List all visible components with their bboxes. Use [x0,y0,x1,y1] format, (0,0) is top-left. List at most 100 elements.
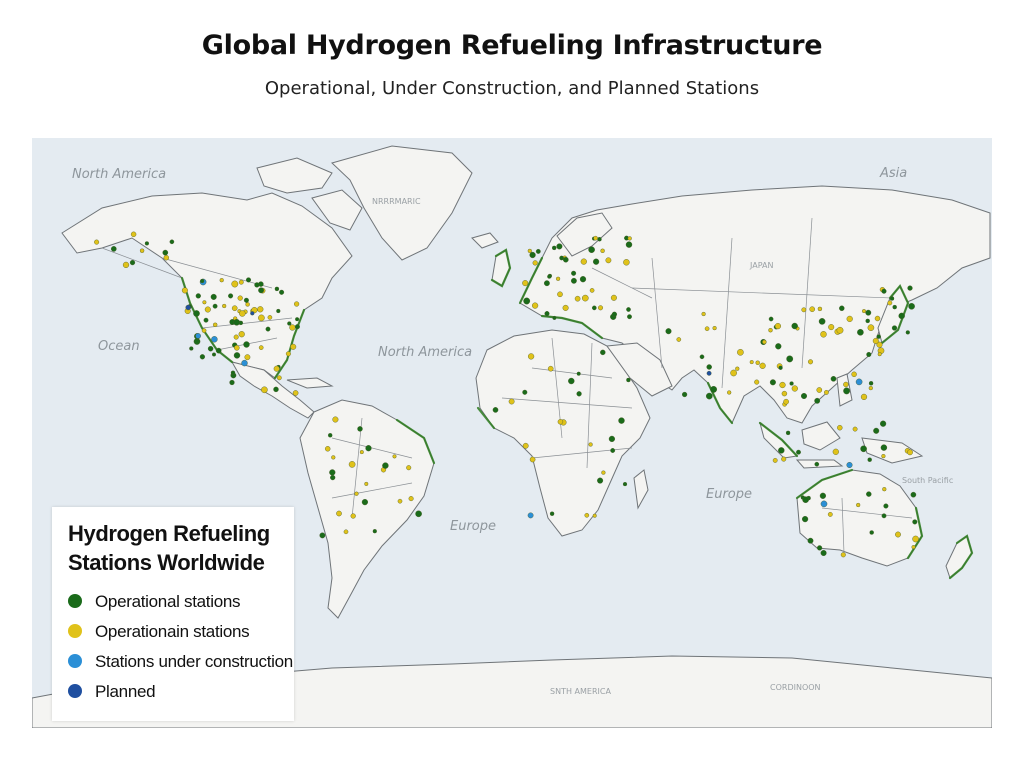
station-marker [786,355,794,363]
legend-item-under-construction: Stations under construction [68,651,294,673]
station-marker [817,306,823,312]
station-marker [544,311,550,317]
station-marker [584,512,590,518]
station-marker [840,552,846,558]
station-marker [563,256,569,263]
station-marker [704,326,710,331]
station-marker [359,450,364,455]
station-marker [329,469,336,476]
station-marker [547,274,552,279]
station-marker [836,326,844,334]
station-marker [267,315,273,320]
station-marker [891,325,898,331]
station-marker [357,426,363,432]
station-marker [681,391,688,398]
planned-dot-icon [68,684,82,698]
station-marker [265,326,271,332]
station-marker [737,348,744,356]
station-marker [597,477,604,484]
station-marker [552,245,557,251]
station-marker [382,462,389,469]
label-south-pacific: South Pacific [902,476,953,485]
station-marker [228,293,234,299]
station-marker [287,321,292,326]
station-marker [571,277,577,284]
station-marker [905,330,910,335]
station-marker [139,248,145,253]
station-marker [778,447,785,454]
station-marker [866,491,872,497]
page-title: Global Hydrogen Refueling Infrastructure [201,30,823,61]
station-marker [912,519,918,525]
station-marker [791,322,798,330]
station-marker [879,420,887,427]
station-marker [876,334,881,339]
station-marker [801,392,808,399]
station-marker [529,456,536,463]
station-marker [830,375,837,382]
station-marker [873,427,880,434]
station-marker [365,445,372,452]
station-marker [592,258,600,265]
station-marker [898,312,905,320]
label-north-america-top: North America [72,167,166,182]
station-marker [710,385,717,393]
station-marker [588,442,593,447]
station-marker [568,377,575,385]
station-marker [820,331,827,338]
station-marker [276,308,281,314]
station-marker [699,354,705,360]
station-marker [818,318,826,325]
station-marker [816,387,823,393]
station-marker [527,512,534,519]
station-marker [892,304,897,310]
station-marker [824,389,829,395]
station-marker [199,354,206,360]
station-marker [276,375,282,381]
under-construction-dot-icon [68,654,82,668]
station-marker [162,249,169,256]
label-greenland: NRRRMARIC [372,197,421,206]
station-marker [762,339,767,345]
station-marker [701,311,706,317]
station-marker [294,324,300,330]
legend-label: Stations under construction [95,652,293,671]
station-marker [627,236,632,241]
legend-item-operational: Operational stations [68,591,294,613]
station-marker [676,337,682,342]
station-marker [215,347,222,354]
station-marker [866,351,872,357]
label-south-america: SNTH AMERICA [550,687,611,696]
station-marker [706,370,712,376]
station-marker [243,297,249,303]
station-marker [319,532,326,539]
station-marker [529,251,536,259]
station-marker [887,300,893,306]
station-marker [801,307,807,313]
station-marker [877,352,882,357]
station-marker [244,354,251,361]
station-marker [294,301,300,307]
station-marker [872,337,879,344]
station-marker [610,448,616,453]
station-marker [557,419,564,425]
station-marker [735,366,740,371]
label-antarctica: CORDINOON [770,683,821,692]
station-marker [814,461,820,467]
station-marker [808,359,814,365]
station-marker [579,276,587,283]
station-marker [250,311,255,316]
station-marker [828,324,835,331]
station-marker [130,231,137,238]
station-marker [574,295,581,302]
station-marker [580,258,587,265]
station-marker [769,379,776,386]
station-marker [868,386,873,391]
station-marker [801,516,809,523]
station-marker [336,510,342,517]
station-marker [592,305,597,311]
station-marker [258,345,264,350]
station-marker [207,345,214,352]
station-marker [749,360,754,365]
station-marker [665,328,672,335]
